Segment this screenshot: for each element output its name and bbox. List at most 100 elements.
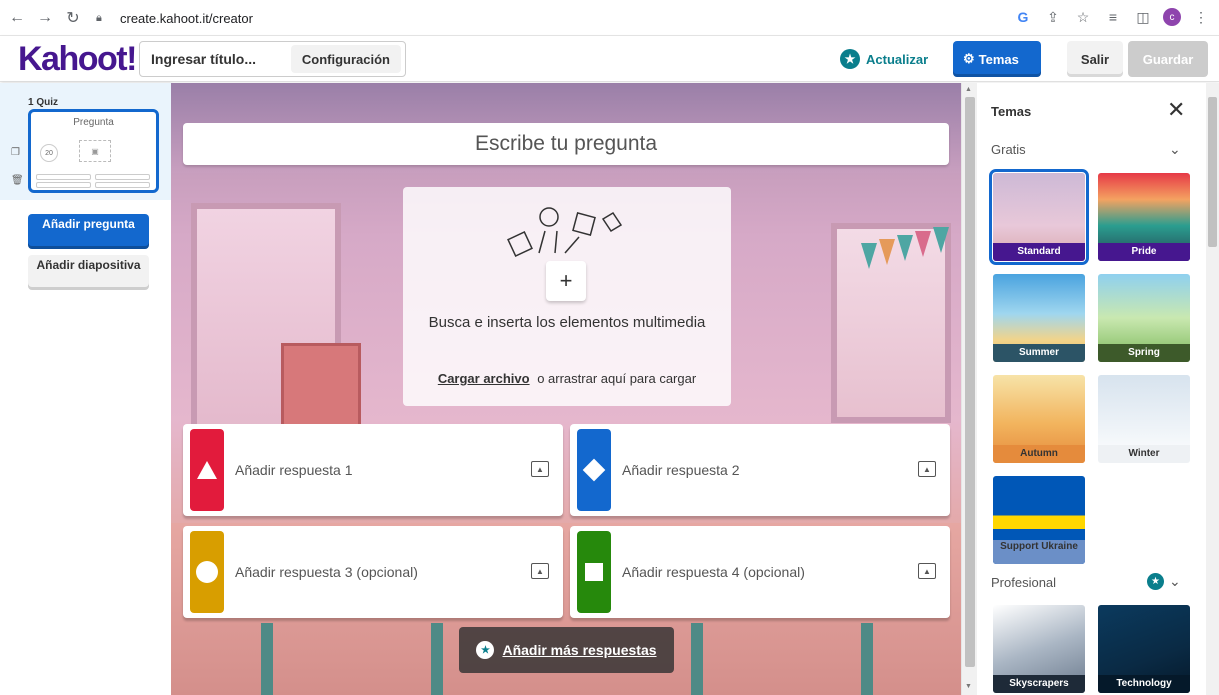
image-placeholder-icon: ▣ (79, 140, 111, 162)
bunting-flag (897, 235, 913, 261)
pro-section-label: Profesional (991, 575, 1057, 590)
question-input[interactable]: Escribe tu pregunta (183, 123, 949, 165)
theme-label: Autumn (993, 445, 1085, 463)
theme-winter[interactable]: Winter (1098, 375, 1190, 463)
media-illustration-icon (507, 207, 623, 257)
themes-panel-title: Temas (991, 104, 1032, 119)
image-icon[interactable]: ▲ (918, 563, 936, 579)
thumb-answer (95, 182, 150, 188)
background-desk (431, 623, 443, 695)
profile-avatar[interactable]: c (1163, 8, 1181, 26)
answer-1-color (190, 429, 224, 511)
theme-standard[interactable]: Standard (989, 169, 1089, 265)
answer-2[interactable]: Añadir respuesta 2 ▲ (570, 424, 950, 516)
themes-button[interactable]: ⚙︎ Temas (953, 41, 1041, 77)
theme-support-ukraine[interactable]: Support Ukraine (993, 476, 1085, 564)
star-icon: ★ (1147, 573, 1164, 590)
upload-file-link[interactable]: Cargar archivo (438, 371, 530, 386)
theme-technology[interactable]: Technology (1098, 605, 1190, 693)
forward-icon[interactable]: → (34, 7, 56, 29)
app-header: Kahoot! Ingresar título... Configuración… (0, 36, 1219, 82)
themes-label: Temas (978, 51, 1019, 67)
add-slide-button[interactable]: Añadir diapositiva (28, 255, 149, 290)
media-dropzone[interactable]: + Busca e inserta los elementos multimed… (403, 187, 731, 406)
side-panel-icon[interactable]: ◫ (1133, 7, 1153, 27)
themes-panel: Temas ✕ Gratis ⌄ Standard Pride Summer S… (977, 83, 1206, 695)
theme-label: Technology (1098, 675, 1190, 693)
canvas-scrollbar[interactable]: ▲ ▼ (961, 83, 977, 695)
theme-summer[interactable]: Summer (993, 274, 1085, 362)
answer-1[interactable]: Añadir respuesta 1 ▲ (183, 424, 563, 516)
share-icon[interactable]: ⇪ (1043, 7, 1063, 27)
bunting-flag (879, 239, 895, 265)
image-icon[interactable]: ▲ (531, 461, 549, 477)
theme-pride[interactable]: Pride (1098, 173, 1190, 261)
background-desk (691, 623, 703, 695)
answer-3-color (190, 531, 224, 613)
scrollbar-thumb[interactable] (965, 97, 975, 667)
trash-icon[interactable]: 🗑︎ (11, 175, 24, 186)
theme-label: Support Ukraine (993, 540, 1085, 564)
theme-label: Standard (993, 243, 1085, 261)
scrollbar-thumb[interactable] (1208, 97, 1217, 247)
answer-4-input[interactable]: Añadir respuesta 4 (opcional) (622, 564, 805, 580)
reading-list-icon[interactable]: ≡ (1103, 7, 1123, 27)
image-icon[interactable]: ▲ (918, 461, 936, 477)
answer-3[interactable]: Añadir respuesta 3 (opcional) ▲ (183, 526, 563, 618)
image-icon[interactable]: ▲ (531, 563, 549, 579)
theme-autumn[interactable]: Autumn (993, 375, 1085, 463)
slide-item[interactable]: 1 Quiz ❐ 🗑︎ Pregunta 20 ▣ (0, 83, 171, 200)
theme-label: Skyscrapers (993, 675, 1085, 693)
url-text: create.kahoot.it/creator (120, 10, 253, 26)
google-icon[interactable]: G (1013, 7, 1033, 27)
theme-label: Winter (1098, 445, 1190, 463)
palette-icon: ⚙︎ (963, 51, 975, 66)
address-bar[interactable]: 🔒︎ create.kahoot.it/creator (96, 5, 996, 31)
scroll-up-icon[interactable]: ▲ (965, 86, 972, 93)
upload-hint: o arrastrar aquí para cargar (537, 371, 697, 386)
add-more-answers-button[interactable]: ★ Añadir más respuestas (459, 627, 674, 673)
insert-media-button[interactable]: + (546, 261, 586, 301)
chevron-down-icon[interactable]: ⌄ (1169, 573, 1181, 590)
square-icon (585, 563, 603, 581)
bookmark-star-icon[interactable]: ☆ (1073, 7, 1093, 27)
star-icon: ★ (476, 641, 495, 659)
more-menu-icon[interactable]: ⋮ (1191, 7, 1211, 27)
answer-4[interactable]: Añadir respuesta 4 (opcional) ▲ (570, 526, 950, 618)
kahoot-logo[interactable]: Kahoot! (18, 40, 137, 79)
slides-sidebar: 1 Quiz ❐ 🗑︎ Pregunta 20 ▣ Añadir pregunt… (0, 83, 171, 695)
slide-thumbnail[interactable]: Pregunta 20 ▣ (28, 109, 159, 193)
thumb-answer (36, 182, 91, 188)
browser-toolbar: ← → ↻ 🔒︎ create.kahoot.it/creator G ⇪ ☆ … (0, 0, 1219, 36)
back-icon[interactable]: ← (6, 7, 28, 29)
exit-button[interactable]: Salir (1067, 41, 1123, 77)
bunting-flag (915, 231, 931, 257)
diamond-icon (582, 458, 606, 482)
upgrade-label: Actualizar (866, 51, 929, 67)
media-prompt: Busca e inserta los elementos multimedia (428, 314, 706, 331)
scroll-down-icon[interactable]: ▼ (965, 683, 972, 690)
chevron-down-icon[interactable]: ⌄ (1169, 141, 1181, 158)
timer-icon: 20 (40, 144, 58, 162)
title-input[interactable]: Ingresar título... (151, 51, 286, 67)
duplicate-icon[interactable]: ❐ (11, 147, 20, 158)
theme-label: Spring (1098, 344, 1190, 362)
title-field[interactable]: Ingresar título... Configuración (139, 41, 406, 77)
themes-scrollbar[interactable] (1206, 83, 1219, 695)
background-desk (861, 623, 873, 695)
theme-spring[interactable]: Spring (1098, 274, 1190, 362)
settings-button[interactable]: Configuración (290, 45, 401, 73)
theme-skyscrapers[interactable]: Skyscrapers (993, 605, 1085, 693)
close-icon[interactable]: ✕ (1167, 97, 1185, 123)
circle-icon (196, 561, 218, 583)
answer-2-input[interactable]: Añadir respuesta 2 (622, 462, 740, 478)
save-button[interactable]: Guardar (1128, 41, 1208, 77)
free-section-label: Gratis (991, 142, 1026, 157)
add-question-button[interactable]: Añadir pregunta (28, 214, 149, 249)
add-more-answers-label: Añadir más respuestas (502, 642, 657, 658)
answer-3-input[interactable]: Añadir respuesta 3 (opcional) (235, 564, 418, 580)
reload-icon[interactable]: ↻ (62, 7, 84, 29)
answer-2-color (577, 429, 611, 511)
upgrade-button[interactable]: ★ Actualizar (840, 49, 928, 69)
answer-1-input[interactable]: Añadir respuesta 1 (235, 462, 353, 478)
